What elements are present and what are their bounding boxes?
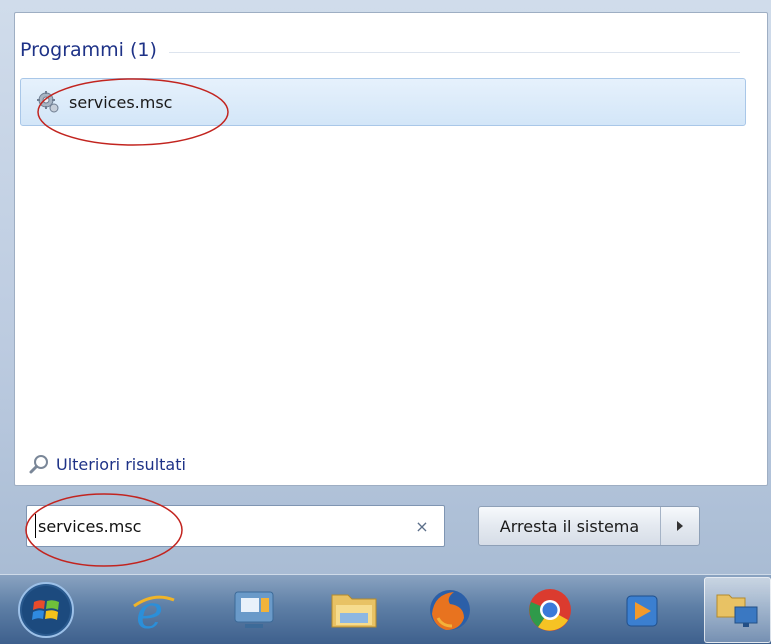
media-center-icon <box>234 591 274 628</box>
annotation-overlay <box>25 78 229 567</box>
chrome-icon <box>529 589 571 631</box>
annotation-ellipse-search <box>25 493 183 567</box>
taskbar-item-network[interactable] <box>704 577 771 643</box>
media-player-icon <box>626 595 658 627</box>
network-icon <box>716 594 757 627</box>
svg-text:e: e <box>136 586 163 634</box>
taskbar-item-internet-explorer[interactable]: e <box>122 577 186 643</box>
taskbar-item-windows-explorer[interactable] <box>322 577 386 643</box>
internet-explorer-icon: e <box>133 586 175 634</box>
taskbar-item-chrome[interactable] <box>518 577 582 643</box>
taskbar-item-media-center[interactable] <box>222 577 286 643</box>
taskbar-item-media-player[interactable] <box>610 577 674 643</box>
taskbar-item-firefox[interactable] <box>418 577 482 643</box>
start-orb-button[interactable] <box>14 577 78 643</box>
firefox-icon <box>430 590 470 630</box>
folder-icon <box>331 594 377 628</box>
taskbar: e <box>0 574 771 644</box>
start-menu-frame: Programmi (1) services.msc Ulteriori ris… <box>0 0 771 574</box>
annotation-ellipse-result <box>37 78 229 146</box>
windows-orb-icon <box>18 582 74 638</box>
